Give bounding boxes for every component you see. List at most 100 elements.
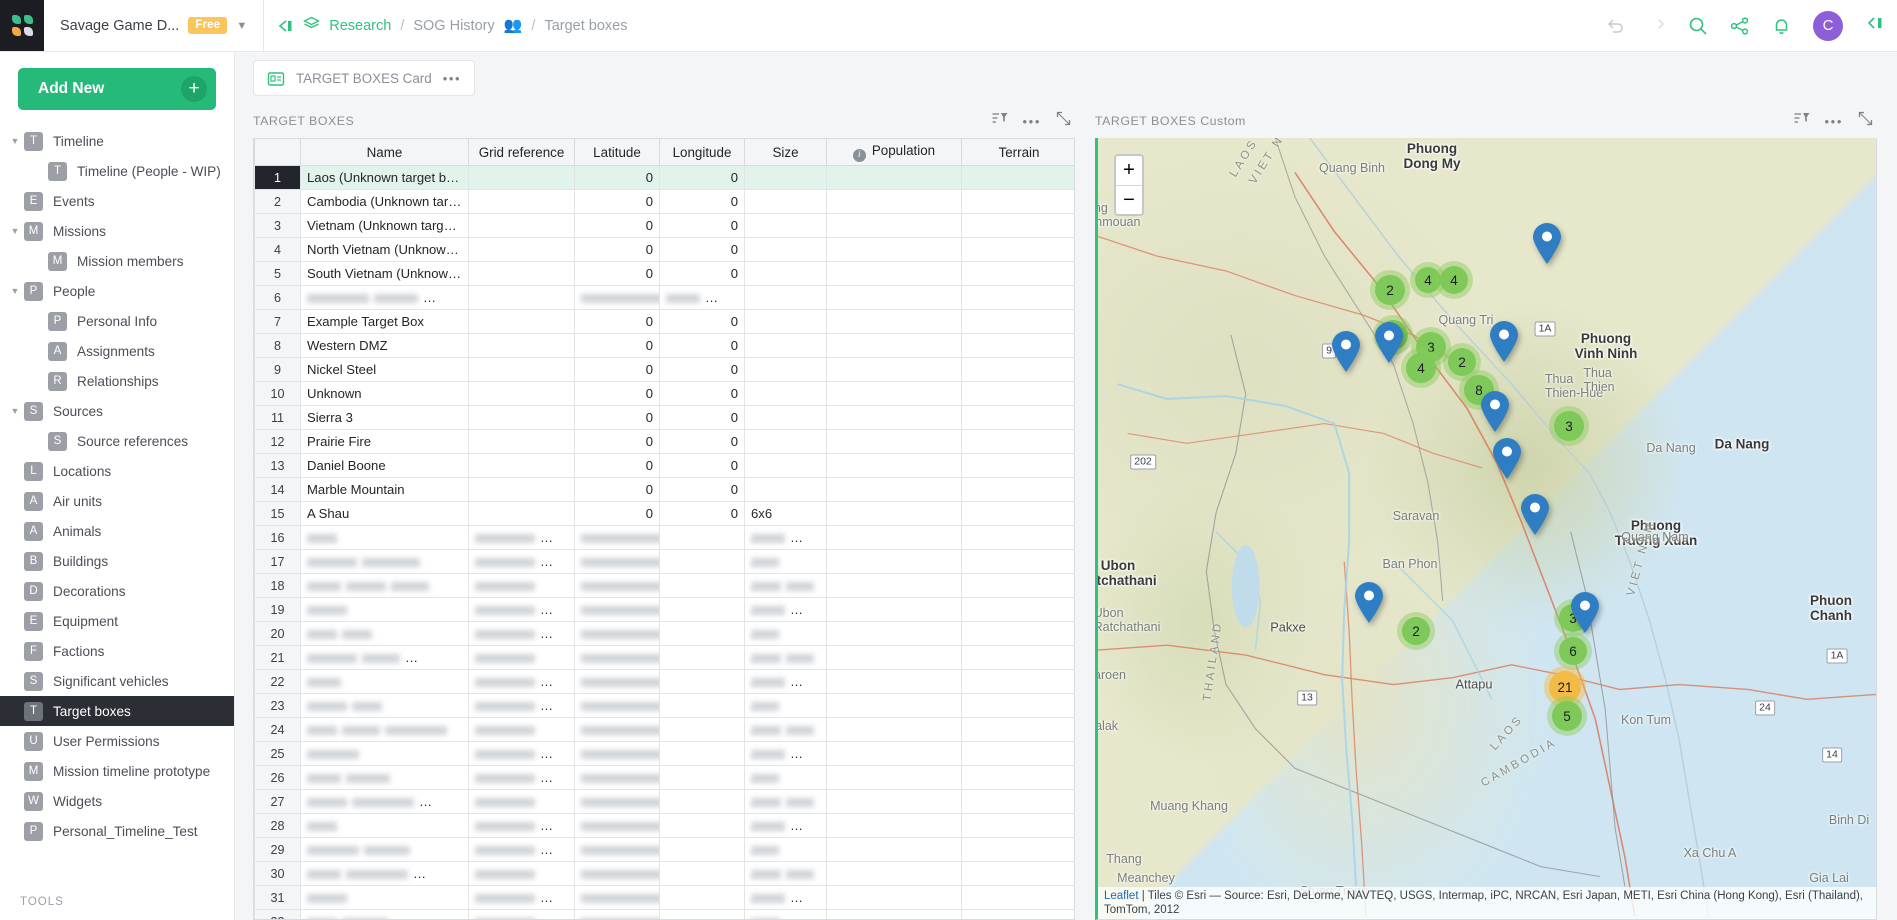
col-header-name[interactable]: Name xyxy=(301,139,469,166)
cell-population[interactable] xyxy=(827,838,962,862)
cell-size[interactable] xyxy=(745,646,827,670)
cell-population[interactable] xyxy=(827,910,962,920)
cell-latitude[interactable]: 0 xyxy=(575,190,660,214)
cell-terrain[interactable] xyxy=(962,910,1076,920)
cell-terrain[interactable] xyxy=(962,502,1076,526)
cell-latitude[interactable]: 0 xyxy=(575,502,660,526)
cell-terrain[interactable] xyxy=(962,550,1076,574)
cell-population[interactable] xyxy=(827,190,962,214)
sidebar-item-target-boxes[interactable]: ▼TTarget boxes xyxy=(0,696,234,726)
avatar[interactable]: C xyxy=(1813,11,1843,41)
table-row[interactable]: 26 xyxy=(255,766,1076,790)
cell-longitude[interactable] xyxy=(660,814,745,838)
cell-grid-reference[interactable] xyxy=(469,670,575,694)
cell-name[interactable]: Example Target Box xyxy=(301,310,469,334)
cell-latitude[interactable] xyxy=(575,766,660,790)
cell-name[interactable]: Nickel Steel xyxy=(301,358,469,382)
cell-latitude[interactable]: 0 xyxy=(575,358,660,382)
table-row[interactable]: 24 xyxy=(255,718,1076,742)
cell-population[interactable] xyxy=(827,382,962,406)
cell-grid-reference[interactable] xyxy=(469,598,575,622)
table-row[interactable]: 22 xyxy=(255,670,1076,694)
cell-size[interactable] xyxy=(745,166,827,190)
grid-scroll-area[interactable]: Name Grid reference Latitude Longitude S… xyxy=(253,138,1075,920)
cell-terrain[interactable] xyxy=(962,334,1076,358)
col-header-latitude[interactable]: Latitude xyxy=(575,139,660,166)
cell-grid-reference[interactable] xyxy=(469,742,575,766)
cell-population[interactable] xyxy=(827,430,962,454)
map-cluster-marker[interactable]: 4 xyxy=(1401,348,1441,388)
cell-terrain[interactable] xyxy=(962,166,1076,190)
sidebar-item-timeline-people-wip[interactable]: ▼TTimeline (People - WIP) xyxy=(0,156,234,186)
map-cluster-marker[interactable]: 5 xyxy=(1547,696,1587,736)
cell-population[interactable] xyxy=(827,406,962,430)
table-row[interactable]: 7Example Target Box00 xyxy=(255,310,1076,334)
cell-latitude[interactable] xyxy=(575,598,660,622)
sidebar-item-significant-vehicles[interactable]: ▼SSignificant vehicles xyxy=(0,666,234,696)
table-row[interactable]: 30 xyxy=(255,862,1076,886)
map-cluster-marker[interactable]: 4 xyxy=(1435,261,1473,299)
map-filter-sort-icon[interactable] xyxy=(1794,111,1810,131)
cell-terrain[interactable] xyxy=(962,718,1076,742)
app-logo[interactable] xyxy=(0,0,44,51)
grid-panel-menu-icon[interactable]: ••• xyxy=(1023,114,1041,129)
cell-longitude[interactable] xyxy=(660,718,745,742)
cell-name[interactable]: Cambodia (Unknown targ... xyxy=(301,190,469,214)
cell-longitude[interactable] xyxy=(660,574,745,598)
table-row[interactable]: 16 xyxy=(255,526,1076,550)
cell-population[interactable] xyxy=(827,334,962,358)
cell-grid-reference[interactable] xyxy=(469,262,575,286)
cell-latitude[interactable] xyxy=(575,886,660,910)
cell-latitude[interactable]: 0 xyxy=(575,214,660,238)
cell-grid-reference[interactable] xyxy=(469,190,575,214)
cell-size[interactable] xyxy=(745,718,827,742)
cell-name[interactable] xyxy=(301,718,469,742)
cell-longitude[interactable]: 0 xyxy=(660,166,745,190)
cell-terrain[interactable] xyxy=(962,310,1076,334)
cell-size[interactable] xyxy=(745,766,827,790)
cell-longitude[interactable] xyxy=(660,622,745,646)
cell-population[interactable] xyxy=(827,622,962,646)
sidebar-item-personal-info[interactable]: ▼PPersonal Info xyxy=(0,306,234,336)
table-row[interactable]: 19 xyxy=(255,598,1076,622)
chevron-down-icon[interactable]: ▼ xyxy=(6,406,24,416)
cell-latitude[interactable] xyxy=(575,862,660,886)
sidebar-item-events[interactable]: ▼EEvents xyxy=(0,186,234,216)
cell-population[interactable] xyxy=(827,886,962,910)
sidebar-item-factions[interactable]: ▼FFactions xyxy=(0,636,234,666)
collapse-right-panel-icon[interactable] xyxy=(1867,16,1883,35)
cell-population[interactable] xyxy=(827,358,962,382)
cell-longitude[interactable] xyxy=(660,838,745,862)
expand-map-icon[interactable] xyxy=(1858,111,1873,131)
map-location-pin[interactable] xyxy=(1492,438,1522,479)
cell-longitude[interactable] xyxy=(660,526,745,550)
cell-latitude[interactable] xyxy=(575,646,660,670)
cell-latitude[interactable]: 0 xyxy=(575,406,660,430)
cell-population[interactable] xyxy=(827,478,962,502)
cell-latitude[interactable] xyxy=(575,574,660,598)
cell-longitude[interactable]: 0 xyxy=(660,382,745,406)
cell-population[interactable] xyxy=(827,550,962,574)
cell-terrain[interactable] xyxy=(962,622,1076,646)
map-cluster-marker[interactable]: 2 xyxy=(1370,270,1410,310)
chevron-down-icon[interactable]: ▼ xyxy=(6,286,24,296)
cell-latitude[interactable] xyxy=(575,790,660,814)
cell-size[interactable] xyxy=(745,334,827,358)
leaflet-map[interactable]: Phuong Dong MyPhuong Vinh NinhPhuong Tru… xyxy=(1095,138,1877,920)
cell-grid-reference[interactable] xyxy=(469,622,575,646)
cell-longitude[interactable] xyxy=(660,646,745,670)
map-location-pin[interactable] xyxy=(1480,391,1510,432)
table-row[interactable]: 5South Vietnam (Unknown...00 xyxy=(255,262,1076,286)
cell-grid-reference[interactable] xyxy=(469,550,575,574)
col-header-index[interactable] xyxy=(255,139,301,166)
table-row[interactable]: 13Daniel Boone00 xyxy=(255,454,1076,478)
sidebar-item-widgets[interactable]: ▼WWidgets xyxy=(0,786,234,816)
chevron-down-icon[interactable]: ▼ xyxy=(6,136,24,146)
table-row[interactable]: 8Western DMZ00 xyxy=(255,334,1076,358)
cell-size[interactable] xyxy=(745,526,827,550)
cell-population[interactable] xyxy=(827,862,962,886)
sidebar-item-assignments[interactable]: ▼AAssignments xyxy=(0,336,234,366)
add-new-button[interactable]: Add New + xyxy=(18,68,216,110)
cell-longitude[interactable]: 0 xyxy=(660,406,745,430)
sidebar-item-user-permissions[interactable]: ▼UUser Permissions xyxy=(0,726,234,756)
